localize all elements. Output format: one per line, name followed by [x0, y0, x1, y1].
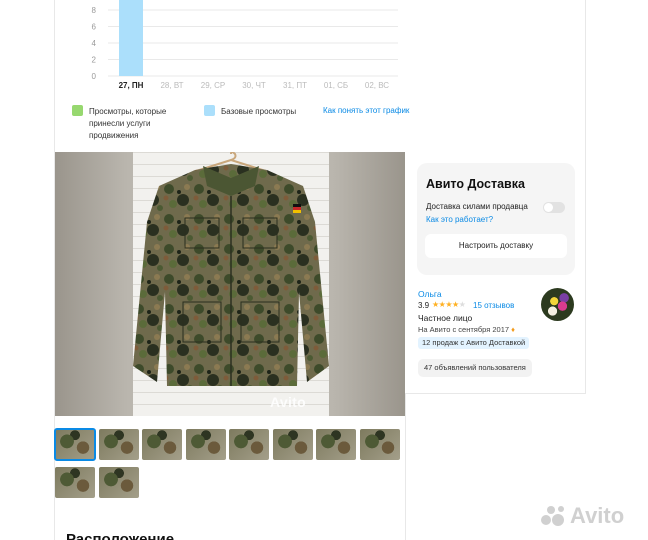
chart-help-link[interactable]: Как понять этот график — [323, 106, 409, 115]
legend-paid-line-1: Просмотры, которые — [89, 107, 167, 116]
photo-watermark: Avito — [270, 394, 306, 410]
delivery-card: Авито Доставка Доставка силами продавца … — [417, 163, 575, 275]
legend-paid-line-2: принесли услуги — [89, 119, 151, 128]
x-tick-label: 02, ВС — [365, 81, 389, 90]
seller-since-text: На Авито с сентября 2017 — [418, 325, 510, 334]
reviews-link[interactable]: 15 отзывов — [473, 301, 514, 310]
x-tick-label: 29, СР — [201, 81, 225, 90]
delivery-option-label: Доставка силами продавца — [426, 202, 528, 211]
gallery-thumbnail[interactable] — [142, 429, 182, 460]
main-photo[interactable]: Avito — [55, 152, 405, 416]
rating-stars-icon: ★★★★★ — [432, 300, 466, 309]
location-heading: Расположение — [66, 531, 175, 540]
medal-icon: ♦ — [511, 325, 515, 334]
delivery-sales-badge: 12 продаж с Авито Доставкой — [418, 337, 530, 349]
legend-paid-label: Просмотры, которые принесли услуги продв… — [89, 106, 166, 142]
bar-base-views[interactable] — [119, 0, 143, 76]
y-tick-label: 8 — [92, 6, 97, 15]
x-tick-label: 27, ПН — [119, 81, 144, 90]
y-tick-label: 0 — [92, 72, 97, 81]
y-tick-label: 4 — [92, 39, 97, 48]
legend-base-label: Базовые просмотры — [221, 107, 297, 116]
avito-logo-text: Avito — [570, 503, 625, 528]
x-tick-label: 30, ЧТ — [242, 81, 266, 90]
legend-paid-line-3: продвижения — [89, 131, 139, 140]
jacket-image — [133, 152, 329, 386]
gallery-thumbnail[interactable] — [229, 429, 269, 460]
x-tick-label: 28, ВТ — [160, 81, 183, 90]
gallery-thumbnail[interactable] — [185, 429, 226, 460]
y-tick-label: 2 — [92, 56, 97, 65]
delivery-title: Авито Доставка — [426, 177, 525, 191]
y-tick-label: 6 — [92, 23, 97, 32]
gallery-thumbnail[interactable] — [98, 467, 139, 498]
gallery-thumbnail[interactable] — [272, 429, 313, 460]
x-tick-label: 31, ПТ — [283, 81, 307, 90]
seller-type: Частное лицо — [418, 313, 473, 323]
avito-logo: Avito — [540, 500, 640, 532]
avito-dots-icon — [541, 506, 564, 526]
delivery-toggle[interactable] — [543, 202, 565, 213]
gallery-thumbnail[interactable] — [54, 428, 96, 461]
seller-listings-button[interactable]: 47 объявлений пользователя — [418, 359, 532, 377]
gallery-thumbnail[interactable] — [55, 467, 95, 498]
seller-rating: 3.9 — [418, 301, 430, 310]
legend-base-swatch — [204, 105, 215, 116]
gallery-thumbnail[interactable] — [316, 429, 356, 460]
seller-name-link[interactable]: Ольга — [418, 289, 442, 299]
legend-paid-swatch — [72, 105, 83, 116]
views-chart-plot: 0 2 4 6 8 27, ПН 28, ВТ 29, СР 30, ЧТ 31, ПТ 01, С… — [92, 0, 398, 90]
gallery-thumbnail[interactable] — [98, 429, 139, 460]
toggle-knob — [544, 203, 553, 212]
setup-delivery-button[interactable]: Настроить доставку — [425, 234, 567, 258]
seller-avatar[interactable] — [541, 288, 574, 321]
gallery-thumbnail[interactable] — [359, 429, 400, 460]
how-it-works-link[interactable]: Как это работает? — [426, 215, 493, 224]
x-tick-label: 01, СБ — [324, 81, 348, 90]
seller-since: На Авито с сентября 2017 ♦ — [418, 325, 515, 334]
